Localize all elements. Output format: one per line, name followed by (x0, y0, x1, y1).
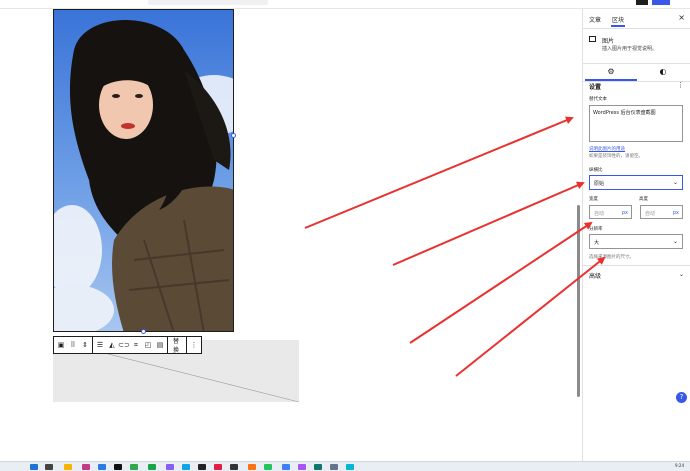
start-icon[interactable] (30, 464, 38, 470)
portrait-photo (54, 10, 233, 331)
width-unit[interactable]: px (622, 210, 628, 216)
chevron-down-icon: ⌄ (672, 238, 678, 245)
text-overlay-icon[interactable]: ◰ (144, 340, 152, 350)
app-icon[interactable] (130, 464, 138, 470)
editor-canvas: ▣ ⠿ ⇕ ☰ ◭ ⊂⊃ ⌗ ◰ ▤ 替换 ⋮ (0, 9, 582, 461)
width-input[interactable]: 自动 px (589, 205, 632, 219)
resize-handle-right[interactable] (231, 133, 236, 138)
duotone-icon[interactable]: ◭ (108, 340, 116, 350)
resize-handle-bottom[interactable] (141, 329, 146, 334)
height-label: 高度 (639, 197, 648, 202)
advanced-panel-toggle[interactable]: 高级 (589, 271, 601, 280)
height-placeholder: 自动 (645, 211, 656, 217)
alt-text-help: 如果是装饰性的，请留空。 (589, 154, 643, 159)
canvas-scrollbar[interactable] (577, 205, 580, 397)
block-card: 图片 插入图片用于视觉说明。 (583, 29, 690, 64)
move-up-down-icon[interactable]: ⇕ (81, 340, 89, 350)
editor-top-bar (0, 0, 690, 9)
align-icon[interactable]: ☰ (96, 340, 104, 350)
app-icon[interactable] (82, 464, 90, 470)
block-description: 插入图片用于视觉说明。 (602, 46, 658, 52)
app-icon[interactable] (230, 464, 238, 470)
app-icon[interactable] (248, 464, 256, 470)
resolution-value: 大 (594, 240, 600, 246)
app-icon[interactable] (98, 464, 106, 470)
app-icon[interactable] (114, 464, 122, 470)
search-icon[interactable] (45, 464, 53, 470)
app-icon[interactable] (282, 464, 290, 470)
height-unit[interactable]: px (673, 210, 679, 216)
height-input[interactable]: 自动 px (640, 205, 683, 219)
drag-handle-icon[interactable]: ⠿ (69, 340, 77, 350)
gear-icon[interactable]: ⚙ (585, 67, 637, 81)
app-icon[interactable] (214, 464, 222, 470)
close-icon[interactable]: × (678, 13, 685, 22)
replace-button[interactable]: 替换 (171, 338, 183, 354)
section-options-icon[interactable]: ⋮ (677, 81, 684, 89)
width-label: 宽度 (589, 197, 598, 202)
folder-icon[interactable] (64, 464, 72, 470)
alt-text-help-link[interactable]: 说明此图片的用途 (589, 146, 625, 152)
settings-styles-tabs: ⚙ ◐ (583, 64, 690, 82)
selected-image-block[interactable] (53, 9, 234, 332)
document-title-field[interactable] (148, 0, 268, 5)
chevron-down-icon: ⌄ (672, 179, 678, 186)
half-circle-icon[interactable]: ◐ (637, 67, 689, 76)
alt-text-field[interactable]: WordPress 后台仪表盘截图 (589, 105, 683, 142)
preview-button[interactable] (636, 0, 648, 5)
sidebar-tabs: 文章 区块 × (583, 9, 690, 29)
resolution-select[interactable]: 大 ⌄ (589, 234, 683, 249)
publish-button[interactable] (652, 0, 670, 5)
caption-icon[interactable]: ▤ (156, 340, 164, 350)
image-icon (589, 36, 596, 42)
settings-sidebar: 文章 区块 × 图片 插入图片用于视觉说明。 ⚙ ◐ 设置 ⋮ 替代文本 Wor… (582, 9, 690, 461)
app-icon[interactable] (346, 464, 354, 470)
tab-block[interactable]: 区块 (610, 15, 626, 27)
resolution-help: 选择来源图片的尺寸。 (589, 255, 634, 260)
alt-text-label: 替代文本 (589, 97, 607, 102)
resolution-label: 分辨率 (589, 227, 603, 232)
link-icon[interactable]: ⊂⊃ (118, 340, 130, 350)
crop-icon[interactable]: ⌗ (132, 340, 140, 350)
tab-post[interactable]: 文章 (589, 15, 601, 24)
app-icon[interactable] (264, 464, 272, 470)
divider (583, 265, 690, 266)
chevron-down-icon[interactable]: ⌄ (679, 271, 684, 278)
app-icon[interactable] (330, 464, 338, 470)
app-icon[interactable] (314, 464, 322, 470)
app-icon[interactable] (198, 464, 206, 470)
aspect-ratio-select[interactable]: 原始 ⌄ (589, 175, 683, 190)
help-icon[interactable]: ? (676, 392, 687, 403)
settings-section-title: 设置 (589, 84, 602, 91)
more-options-icon[interactable]: ⋮ (190, 340, 198, 350)
aspect-ratio-label: 纵横比 (589, 168, 603, 173)
app-icon[interactable] (148, 464, 156, 470)
aspect-ratio-value: 原始 (594, 181, 605, 187)
width-placeholder: 自动 (594, 211, 605, 217)
app-icon[interactable] (182, 464, 190, 470)
clock: 9:24 (675, 463, 684, 468)
app-icon[interactable] (166, 464, 174, 470)
app-icon[interactable] (298, 464, 306, 470)
image-block-icon[interactable]: ▣ (57, 340, 65, 350)
block-title: 图片 (602, 38, 615, 45)
block-toolbar: ▣ ⠿ ⇕ ☰ ◭ ⊂⊃ ⌗ ◰ ▤ 替换 ⋮ (53, 336, 202, 354)
